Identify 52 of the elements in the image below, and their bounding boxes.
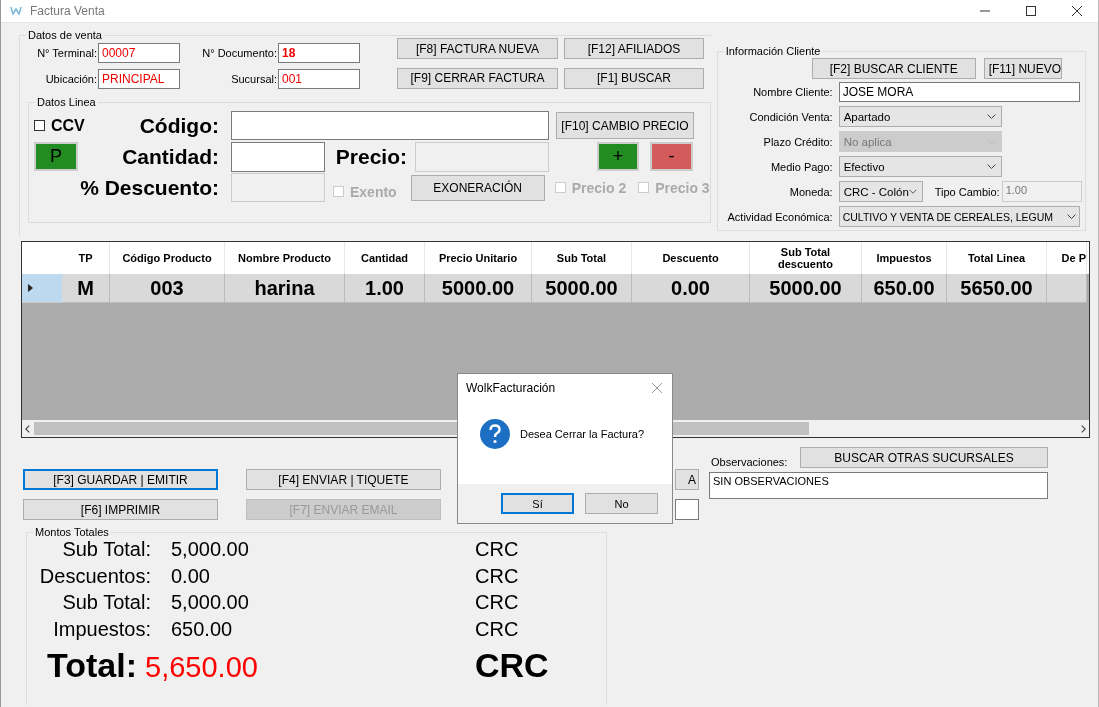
currency-label: CRC bbox=[475, 646, 549, 685]
total-label: Sub Total: bbox=[61, 538, 151, 561]
field-label: Moneda: bbox=[788, 185, 833, 198]
dialog-title: WolkFacturación bbox=[466, 381, 556, 395]
total-value: 5,000.00 bbox=[171, 538, 250, 561]
currency-label: CRC bbox=[475, 591, 519, 614]
total-value: 650.00 bbox=[171, 617, 234, 641]
currency-label: CRC bbox=[475, 564, 519, 588]
field-label: Actividad Económica: bbox=[726, 210, 833, 223]
field-label: Cantidad: bbox=[121, 144, 219, 169]
field-label: Observaciones: bbox=[711, 456, 788, 468]
table-cell: 650.00 bbox=[862, 274, 947, 303]
field-label: Condición Venta: bbox=[748, 110, 833, 123]
table-cell: 5000.00 bbox=[532, 274, 632, 303]
panel-legend: Información Cliente bbox=[723, 45, 823, 57]
currency-label: CRC bbox=[475, 538, 519, 561]
field-label: Ubicación: bbox=[45, 73, 97, 85]
total-value: 5,000.00 bbox=[171, 591, 250, 614]
total-label: Total: bbox=[46, 646, 137, 685]
field-label: Código: bbox=[138, 113, 219, 138]
currency-label: CRC bbox=[475, 617, 519, 641]
table-cell: 5000.00 bbox=[750, 274, 862, 303]
total-label: Impuestos: bbox=[52, 617, 151, 641]
field-label: N° Terminal: bbox=[37, 47, 97, 59]
checkbox-label: Exento bbox=[350, 183, 397, 200]
table-cell: 5650.00 bbox=[947, 274, 1047, 303]
field-label: Nombre Cliente: bbox=[752, 85, 833, 98]
window-title: Factura Venta bbox=[30, 4, 105, 18]
checkbox-label: Precio 2 bbox=[571, 179, 627, 196]
total-value: 0.00 bbox=[171, 564, 211, 588]
field-label: Tipo Cambio: bbox=[934, 185, 1000, 198]
field-label: Precio: bbox=[334, 144, 407, 169]
panel-legend: Datos Linea bbox=[35, 96, 98, 108]
table-cell: harina bbox=[225, 274, 345, 303]
field-label: Plazo Crédito: bbox=[762, 135, 833, 148]
field-label: Medio Pago: bbox=[769, 160, 833, 173]
table-cell: 0.00 bbox=[632, 274, 750, 303]
table-cell: 1.00 bbox=[345, 274, 425, 303]
table-cell: 003 bbox=[110, 274, 225, 303]
table-cell: M bbox=[62, 274, 110, 303]
field-label: N° Documento: bbox=[202, 47, 277, 59]
panel-legend: Montos Totales bbox=[33, 526, 111, 538]
checkbox-label: CCV bbox=[51, 116, 85, 135]
panel-legend: Datos de venta bbox=[26, 29, 104, 41]
total-label: Descuentos: bbox=[38, 564, 151, 588]
table-cell: 5000.00 bbox=[425, 274, 532, 303]
checkbox-label: Precio 3 bbox=[655, 179, 710, 196]
dialog-message: Desea Cerrar la Factura? bbox=[520, 427, 645, 440]
total-value: 5,650.00 bbox=[145, 651, 259, 684]
field-label: Sucursal: bbox=[231, 73, 277, 85]
field-label: % Descuento: bbox=[79, 175, 219, 200]
total-label: Sub Total: bbox=[61, 591, 151, 614]
